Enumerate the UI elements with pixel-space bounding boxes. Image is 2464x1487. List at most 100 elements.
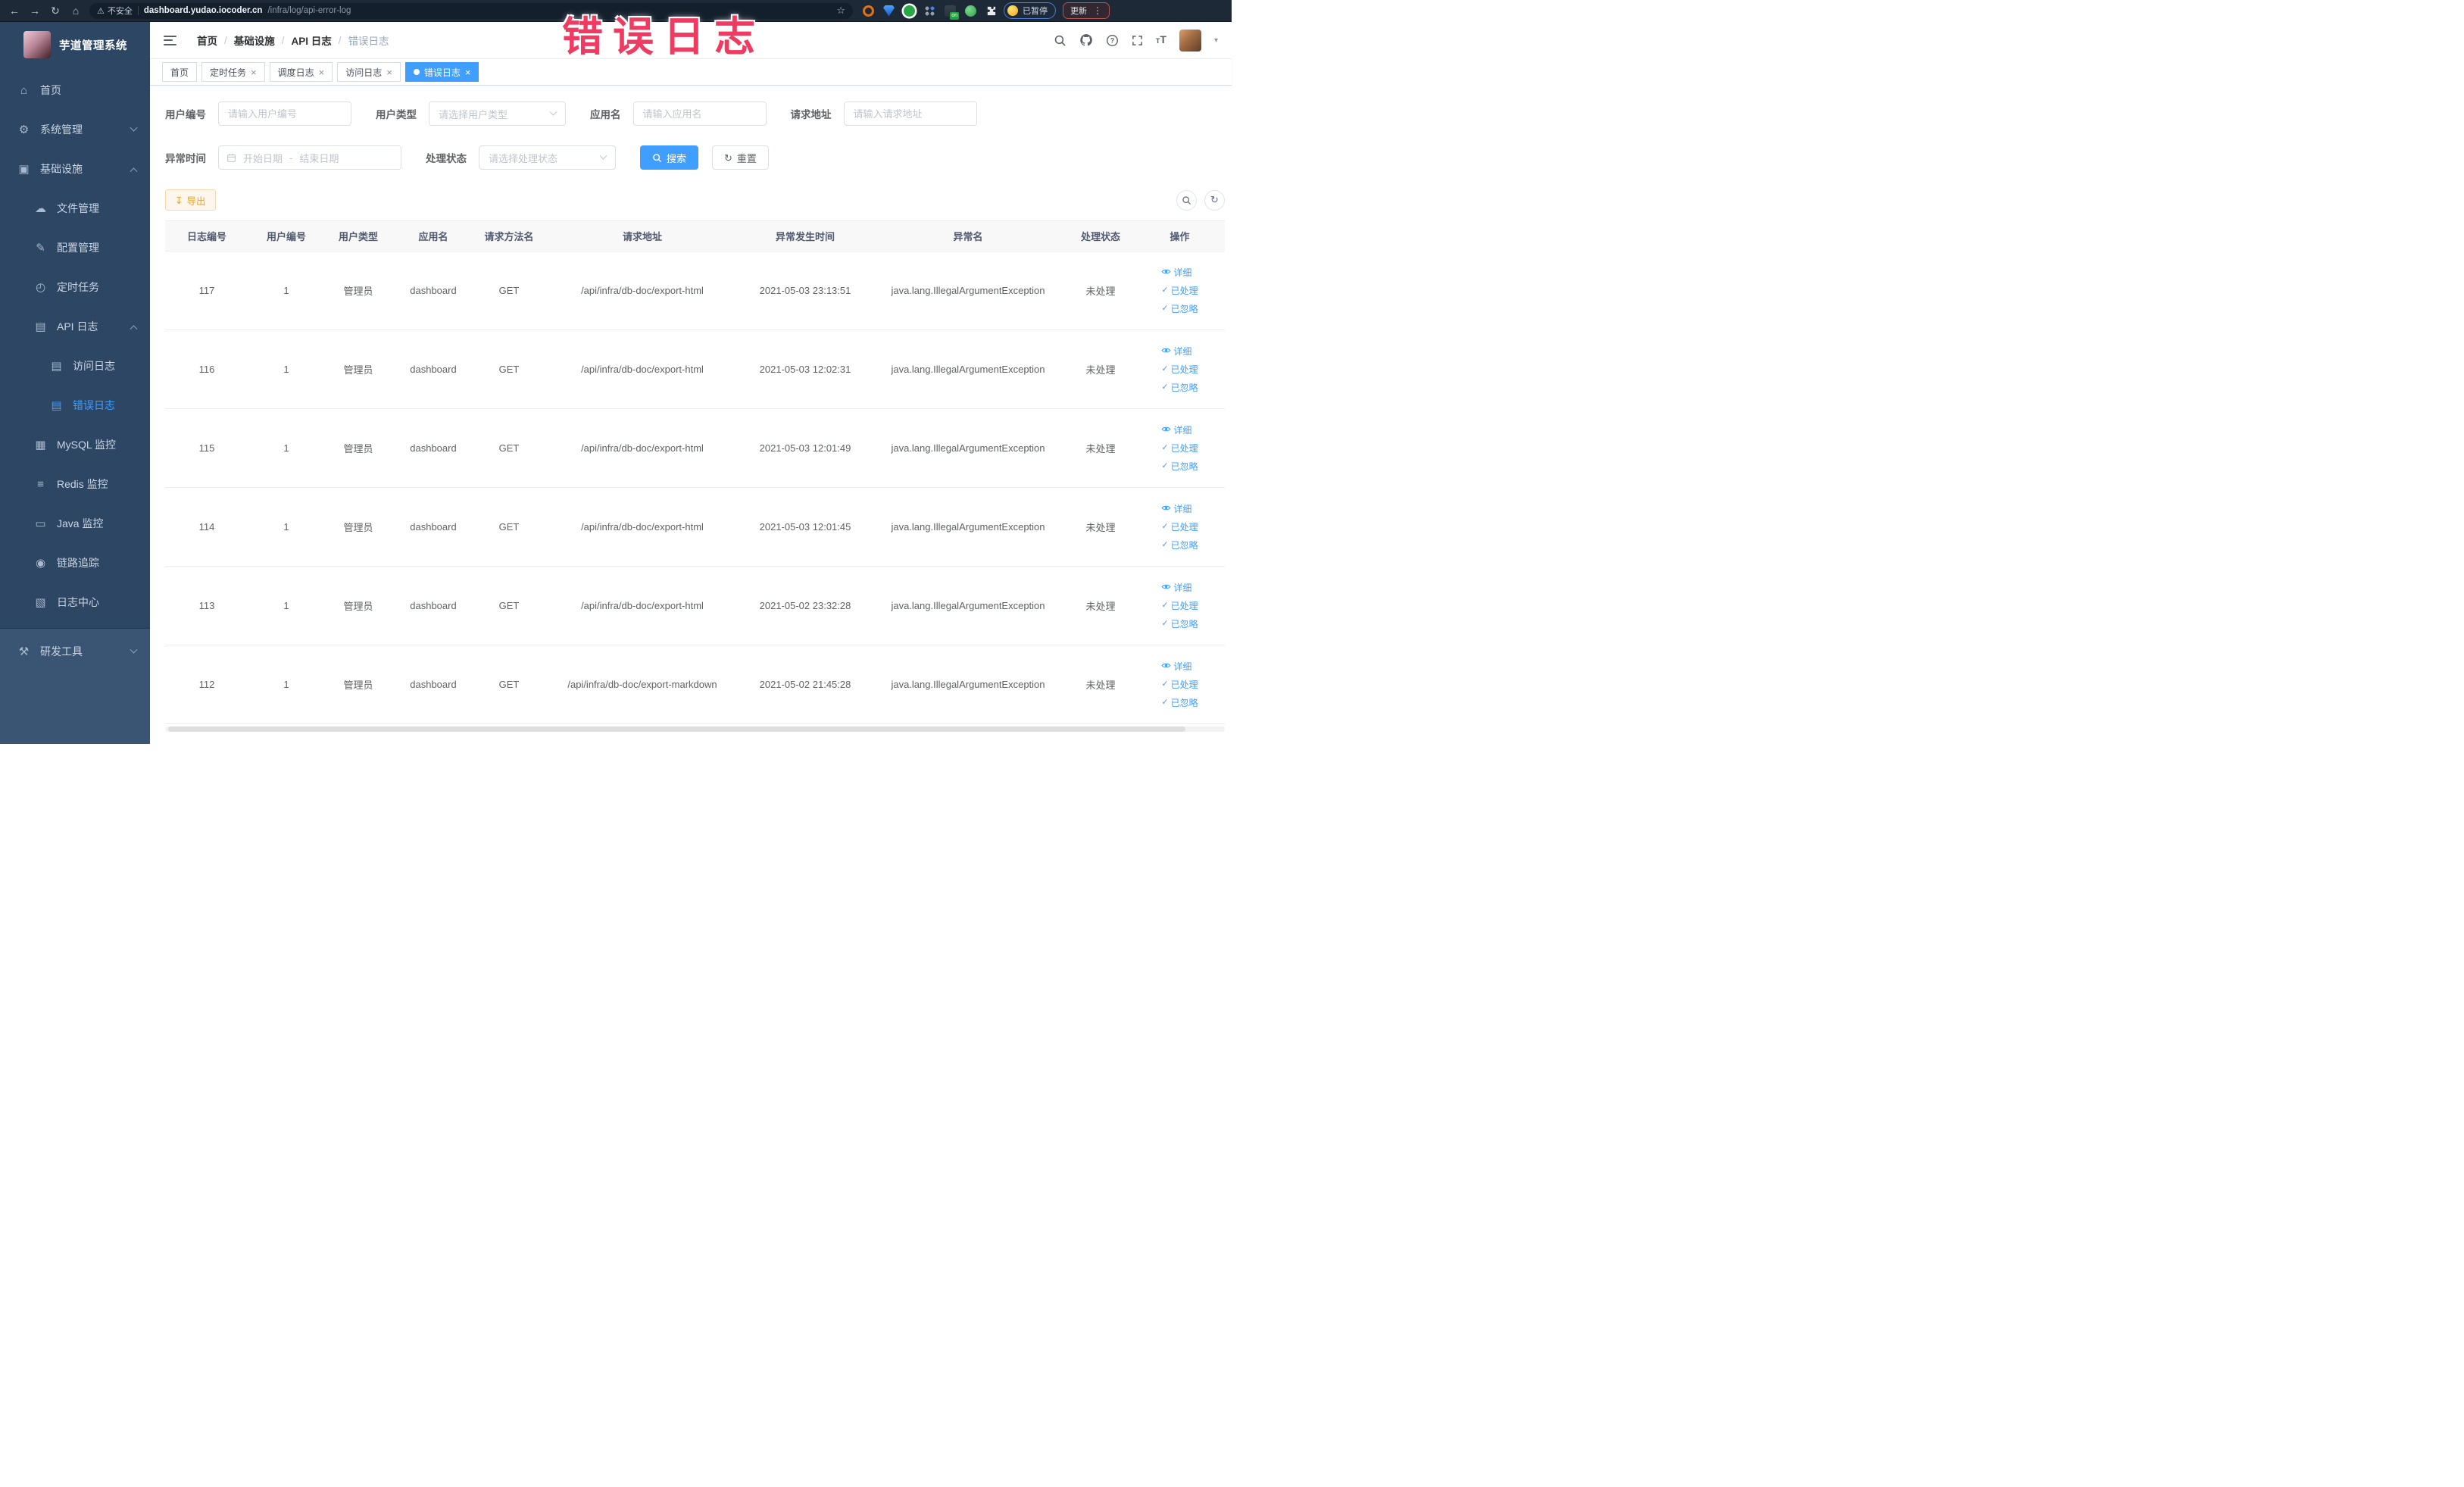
sidebar-item-dev-tools[interactable]: ⚒ 研发工具 <box>0 632 150 671</box>
action-detail-link[interactable]: 详细 <box>1161 581 1191 594</box>
request-url-input[interactable] <box>843 102 977 126</box>
view-tab[interactable]: 错误日志 × <box>404 62 479 82</box>
action-processed-link[interactable]: ✓ 已处理 <box>1161 442 1198 455</box>
view-tab-label: 调度日志 <box>277 67 314 78</box>
extensions-puzzle-icon[interactable] <box>985 5 997 17</box>
mysql-monitor-icon: ▦ <box>35 439 46 451</box>
exception-time-range-picker[interactable]: 开始日期 - 结束日期 <box>218 145 401 170</box>
status-cell: 未处理 <box>1066 408 1135 488</box>
action-detail-link[interactable]: 详细 <box>1161 502 1191 515</box>
extension-switch-icon[interactable] <box>945 5 959 20</box>
horizontal-scrollbar[interactable] <box>165 726 1225 732</box>
browser-update-button[interactable]: 更新 ⋮ <box>1063 2 1110 19</box>
action-detail-link[interactable]: 详细 <box>1161 266 1191 279</box>
action-detail-link[interactable]: 详细 <box>1161 345 1191 358</box>
extension-green-icon[interactable] <box>904 5 915 17</box>
action-processed-link[interactable]: ✓ 已处理 <box>1161 520 1198 533</box>
sidebar-item-error-log[interactable]: ▤ 错误日志 <box>0 386 150 425</box>
action-detail-link[interactable]: 详细 <box>1161 423 1191 436</box>
extension-shield-icon[interactable] <box>883 5 895 17</box>
action-processed-link[interactable]: ✓ 已处理 <box>1161 678 1198 691</box>
sidebar-item-api-log[interactable]: ▤ API 日志 <box>0 307 150 346</box>
sidebar-item-java-monitor[interactable]: ▭ Java 监控 <box>0 504 150 543</box>
toggle-search-button[interactable] <box>1176 189 1197 211</box>
export-button[interactable]: ↧ 导出 <box>165 189 216 211</box>
search-icon[interactable] <box>1054 34 1066 47</box>
reload-icon[interactable]: ↻ <box>48 5 62 16</box>
profile-paused-badge[interactable]: 已暂停 <box>1004 2 1056 19</box>
action-processed-link[interactable]: ✓ 已处理 <box>1161 363 1198 376</box>
close-icon[interactable]: × <box>319 67 325 77</box>
user-type-select[interactable]: 请选择用户类型 <box>429 102 566 126</box>
action-ignored-link[interactable]: ✓ 已忽略 <box>1161 302 1198 315</box>
page-content: 用户编号 用户类型 请选择用户类型 应用名 请求地址 <box>150 86 1232 744</box>
action-ignored-link[interactable]: ✓ 已忽略 <box>1161 381 1198 394</box>
bookmark-star-icon[interactable]: ☆ <box>836 5 845 17</box>
action-processed-link[interactable]: ✓ 已处理 <box>1161 599 1198 612</box>
eye-icon <box>1161 267 1171 279</box>
table-row: 114 1 管理员 dashboard GET/api/infra/db-doc/exp… <box>165 487 1225 567</box>
view-tab[interactable]: 首页 <box>162 62 198 82</box>
refresh-table-button[interactable]: ↻ <box>1204 189 1225 211</box>
github-icon[interactable] <box>1079 33 1093 47</box>
log-id-cell: 113 <box>165 566 248 645</box>
security-warning[interactable]: ⚠ 不安全 <box>97 5 133 17</box>
action-detail-link[interactable]: 详细 <box>1161 660 1191 673</box>
breadcrumb-item[interactable]: 首页 <box>197 33 217 48</box>
request-url-cell: /api/infra/db-doc/export-html <box>544 330 741 409</box>
scrollbar-thumb[interactable] <box>168 726 1186 732</box>
sidebar-item-file-manage[interactable]: ☁ 文件管理 <box>0 189 150 228</box>
home-icon[interactable]: ⌂ <box>69 5 83 16</box>
view-tab[interactable]: 调度日志 × <box>269 62 333 82</box>
font-size-icon[interactable]: TT <box>1156 34 1166 46</box>
action-ignored-link[interactable]: ✓ 已忽略 <box>1161 617 1198 630</box>
exception-name-cell: java.lang.IllegalArgumentException <box>870 251 1066 330</box>
check-icon: ✓ <box>1161 522 1169 531</box>
action-ignored-link[interactable]: ✓ 已忽略 <box>1161 539 1198 551</box>
action-processed-link[interactable]: ✓ 已处理 <box>1161 284 1198 297</box>
search-button[interactable]: 搜索 <box>640 145 699 170</box>
breadcrumb-item[interactable]: 基础设施 <box>234 33 275 48</box>
extension-grid-icon[interactable] <box>924 5 935 17</box>
collapse-sidebar-icon[interactable] <box>164 35 176 45</box>
user-avatar[interactable] <box>1179 29 1201 52</box>
forward-icon[interactable]: → <box>28 5 42 16</box>
action-ignored-link[interactable]: ✓ 已忽略 <box>1161 460 1198 473</box>
sidebar-item-home[interactable]: ⌂ 首页 <box>0 70 150 110</box>
sidebar-item-infrastructure[interactable]: ▣ 基础设施 <box>0 149 150 189</box>
sidebar-item-gear[interactable]: ⚙ 系统管理 <box>0 110 150 149</box>
app-name-input[interactable] <box>632 102 767 126</box>
close-icon[interactable]: × <box>251 67 257 77</box>
view-tab[interactable]: 访问日志 × <box>337 62 401 82</box>
action-stack: 详细 ✓ 已处理 ✓ 已忽略 <box>1161 660 1198 709</box>
fullscreen-icon[interactable] <box>1132 35 1143 46</box>
extension-leaf-icon[interactable] <box>965 5 976 17</box>
chevron-down-icon[interactable]: ▾ <box>1214 36 1218 45</box>
sidebar-item-config-manage[interactable]: ✎ 配置管理 <box>0 228 150 267</box>
action-label: 已处理 <box>1170 679 1198 690</box>
table-body: 117 1 管理员 dashboard GET/api/infra/db-doc/exp… <box>165 251 1225 724</box>
breadcrumb-item[interactable]: API 日志 <box>292 33 332 48</box>
sidebar-item-redis-monitor[interactable]: ≡ Redis 监控 <box>0 464 150 504</box>
action-ignored-link[interactable]: ✓ 已忽略 <box>1161 696 1198 709</box>
sidebar-item-label: 访问日志 <box>73 360 115 372</box>
sidebar-item-trace[interactable]: ◉ 链路追踪 <box>0 543 150 583</box>
sidebar-item-access-log[interactable]: ▤ 访问日志 <box>0 346 150 386</box>
back-icon[interactable]: ← <box>8 5 21 16</box>
user-id-input[interactable] <box>218 102 351 126</box>
close-icon[interactable]: × <box>386 67 392 77</box>
process-status-select[interactable]: 请选择处理状态 <box>479 145 616 170</box>
address-bar[interactable]: ⚠ 不安全 dashboard.yudao.iocoder.cn/infra/lo… <box>89 2 853 19</box>
view-tab[interactable]: 定时任务 × <box>201 62 265 82</box>
sidebar-item-log-center[interactable]: ▧ 日志中心 <box>0 583 150 622</box>
app-name-cell: dashboard <box>392 645 474 724</box>
menu-dots-icon[interactable]: ⋮ <box>1093 5 1102 16</box>
sidebar-item-schedule-job[interactable]: ◴ 定时任务 <box>0 267 150 307</box>
reset-button[interactable]: ↻ 重置 <box>712 145 769 170</box>
sidebar-item-label: Java 监控 <box>57 517 104 530</box>
app-logo-area[interactable]: 芋道管理系统 <box>0 22 150 66</box>
extension-orange-icon[interactable] <box>863 5 874 17</box>
sidebar-item-mysql-monitor[interactable]: ▦ MySQL 监控 <box>0 425 150 464</box>
close-icon[interactable]: × <box>465 67 471 77</box>
help-icon[interactable]: ? <box>1106 34 1119 47</box>
